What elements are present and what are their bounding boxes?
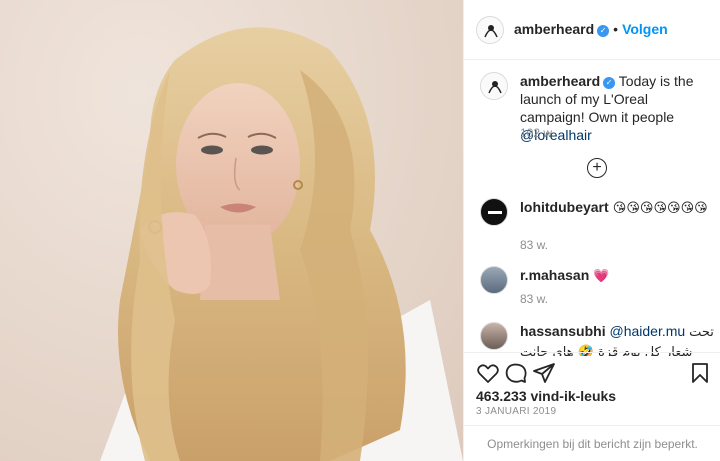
comment-text: 💗: [589, 269, 610, 284]
comment-text: 😘😘😘😘😘😘😘: [608, 201, 708, 216]
comment-mention-link[interactable]: @haider.mu: [609, 323, 685, 339]
comment-icon[interactable]: [504, 361, 528, 385]
share-icon[interactable]: [532, 361, 556, 385]
author-avatar[interactable]: [476, 16, 504, 44]
commenter-avatar[interactable]: [480, 266, 508, 294]
comment-age: 83 w.: [520, 238, 549, 252]
comment-item: r.mahasan 💗 83 w.: [480, 266, 710, 316]
commenter-username[interactable]: hassansubhi: [520, 323, 606, 339]
author-username[interactable]: amberheard: [514, 21, 594, 37]
follow-button[interactable]: Volgen: [622, 21, 668, 37]
portrait-illustration: [100, 27, 463, 461]
action-bar: [464, 352, 720, 392]
verified-badge-icon: ✓: [603, 77, 616, 89]
comments-restricted-notice: Opmerkingen bij dit bericht zijn beperkt…: [464, 425, 720, 461]
comments-list[interactable]: amberheard ✓ Today is the launch of my L'…: [464, 60, 720, 356]
separator-dot: •: [613, 21, 619, 37]
plus-circle-icon[interactable]: +: [587, 158, 607, 178]
comment-age: 83 w.: [520, 292, 549, 306]
caption-age: 102 w.: [520, 126, 555, 140]
commenter-username[interactable]: lohitdubeyart: [520, 199, 609, 215]
caption: amberheard ✓ Today is the launch of my L'…: [480, 72, 710, 152]
post-header: amberheard ✓ • Volgen: [464, 0, 720, 60]
heart-icon[interactable]: [476, 361, 500, 385]
post-photo[interactable]: [0, 0, 463, 461]
comment-item: lohitdubeyart 😘😘😘😘😘😘😘 83 w.: [480, 198, 710, 258]
commenter-avatar[interactable]: [480, 198, 508, 226]
bookmark-icon[interactable]: [688, 361, 712, 385]
like-count[interactable]: 463.233 vind-ik-leuks: [476, 388, 616, 404]
commenter-username[interactable]: r.mahasan: [520, 267, 589, 283]
caption-username[interactable]: amberheard: [520, 73, 600, 89]
post-date[interactable]: 3 JANUARI 2019: [476, 406, 556, 417]
comment-item: hassansubhi @haider.mu تحت شعار كل يوم ق…: [480, 322, 714, 356]
verified-badge-icon: ✓: [597, 25, 610, 37]
caption-avatar[interactable]: [480, 72, 508, 100]
post-side-panel: amberheard ✓ • Volgen amberheard ✓ Today is …: [463, 0, 720, 461]
commenter-avatar[interactable]: [480, 322, 508, 350]
